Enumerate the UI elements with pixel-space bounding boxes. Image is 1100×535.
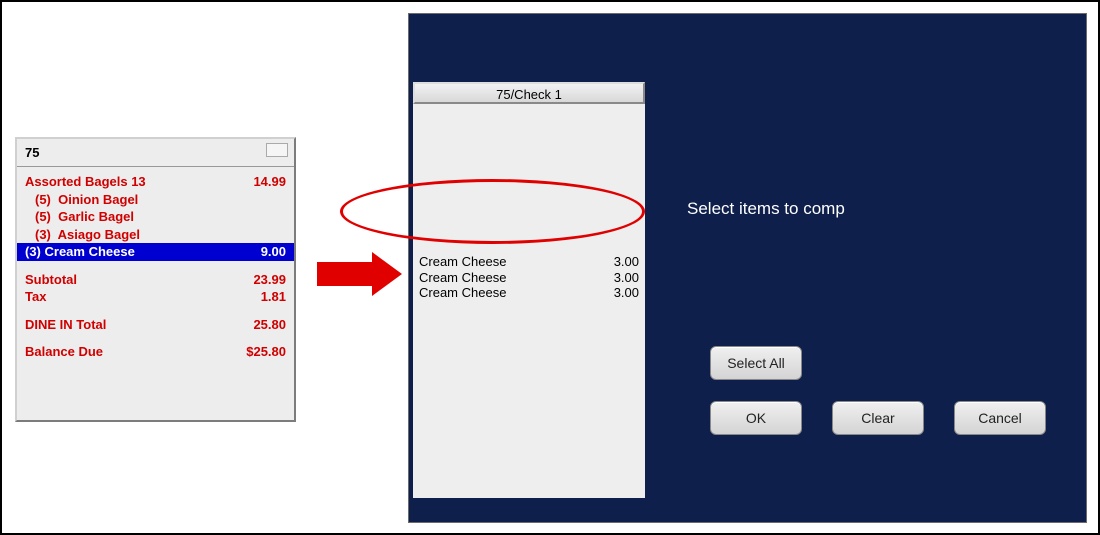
- ok-button[interactable]: OK: [710, 401, 802, 435]
- comp-item-price: 3.00: [614, 270, 639, 286]
- receipt-subtotal: Subtotal 23.99: [25, 271, 286, 289]
- receipt-balance: Balance Due $25.80: [25, 343, 286, 361]
- receipt-item-name: (3) Asiago Bagel: [25, 226, 140, 244]
- receipt-tax: Tax 1.81: [25, 288, 286, 306]
- comp-line[interactable]: Cream Cheese 3.00: [413, 254, 645, 270]
- comp-item-price: 3.00: [614, 254, 639, 270]
- receipt-tab-icon: [266, 143, 288, 157]
- check-column: 75/Check 1 Cream Cheese 3.00 Cream Chees…: [413, 82, 645, 498]
- check-title: 75/Check 1: [413, 82, 645, 104]
- receipt-panel: 75 Assorted Bagels 13 14.99 (5) Oinion B…: [15, 137, 296, 422]
- select-all-button[interactable]: Select All: [710, 346, 802, 380]
- total-label: DINE IN Total: [25, 316, 106, 334]
- arrow-icon: [317, 252, 402, 296]
- receipt-line[interactable]: Assorted Bagels 13 14.99: [25, 173, 286, 191]
- comp-prompt: Select items to comp: [687, 199, 845, 219]
- receipt-line-selected[interactable]: (3) Cream Cheese 9.00: [17, 243, 294, 261]
- comp-item-name: Cream Cheese: [419, 285, 506, 301]
- clear-button[interactable]: Clear: [832, 401, 924, 435]
- comp-panel: 75/Check 1 Cream Cheese 3.00 Cream Chees…: [408, 13, 1087, 523]
- receipt-line[interactable]: (3) Asiago Bagel: [25, 226, 286, 244]
- receipt-item-price: 9.00: [261, 243, 286, 261]
- tax-label: Tax: [25, 288, 46, 306]
- check-body: Cream Cheese 3.00 Cream Cheese 3.00 Crea…: [413, 104, 645, 301]
- comp-item-name: Cream Cheese: [419, 254, 506, 270]
- receipt-item-name: (5) Oinion Bagel: [25, 191, 138, 209]
- receipt-line[interactable]: (5) Garlic Bagel: [25, 208, 286, 226]
- subtotal-label: Subtotal: [25, 271, 77, 289]
- balance-label: Balance Due: [25, 343, 103, 361]
- tax-value: 1.81: [261, 288, 286, 306]
- screenshot-frame: 75 Assorted Bagels 13 14.99 (5) Oinion B…: [0, 0, 1100, 535]
- cancel-button[interactable]: Cancel: [954, 401, 1046, 435]
- comp-line[interactable]: Cream Cheese 3.00: [413, 285, 645, 301]
- receipt-body: Assorted Bagels 13 14.99 (5) Oinion Bage…: [17, 167, 294, 367]
- receipt-header: 75: [17, 139, 294, 167]
- receipt-line[interactable]: (5) Oinion Bagel: [25, 191, 286, 209]
- comp-line[interactable]: Cream Cheese 3.00: [413, 270, 645, 286]
- balance-value: $25.80: [246, 343, 286, 361]
- receipt-item-name: Assorted Bagels 13: [25, 173, 146, 191]
- receipt-number: 75: [25, 145, 39, 160]
- comp-item-price: 3.00: [614, 285, 639, 301]
- receipt-item-name: (5) Garlic Bagel: [25, 208, 134, 226]
- receipt-item-price: 14.99: [253, 173, 286, 191]
- total-value: 25.80: [253, 316, 286, 334]
- receipt-item-name: (3) Cream Cheese: [25, 243, 135, 261]
- comp-item-name: Cream Cheese: [419, 270, 506, 286]
- receipt-total: DINE IN Total 25.80: [25, 316, 286, 334]
- subtotal-value: 23.99: [253, 271, 286, 289]
